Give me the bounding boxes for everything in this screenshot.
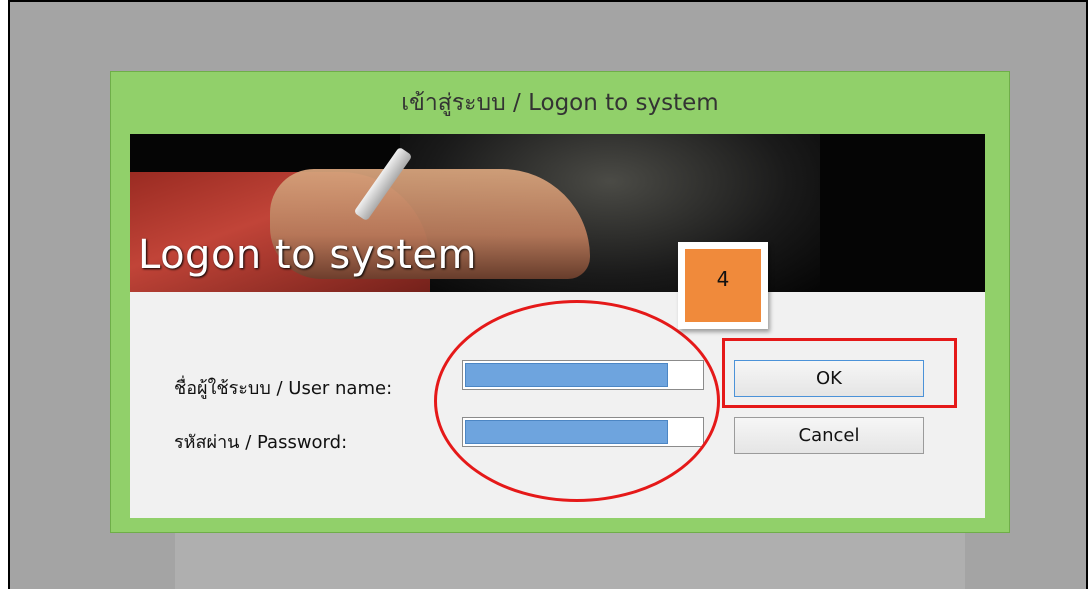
screenshot-frame: เข้าสู่ระบบ / Logon to system Logon to s… bbox=[8, 0, 1088, 591]
dialog-title: เข้าสู่ระบบ / Logon to system bbox=[401, 90, 719, 116]
fields-highlight-ellipse bbox=[434, 300, 720, 502]
username-label: ชื่อผู้ใช้ระบบ / User name: bbox=[174, 378, 393, 399]
banner-image: Logon to system bbox=[130, 134, 985, 292]
password-label: รหัสผ่าน / Password: bbox=[174, 432, 348, 453]
banner-title: Logon to system bbox=[138, 232, 477, 278]
step-badge: 4 bbox=[678, 242, 768, 329]
step-number: 4 bbox=[685, 249, 761, 322]
ok-highlight-box bbox=[722, 338, 957, 408]
cancel-button[interactable]: Cancel bbox=[734, 417, 924, 454]
